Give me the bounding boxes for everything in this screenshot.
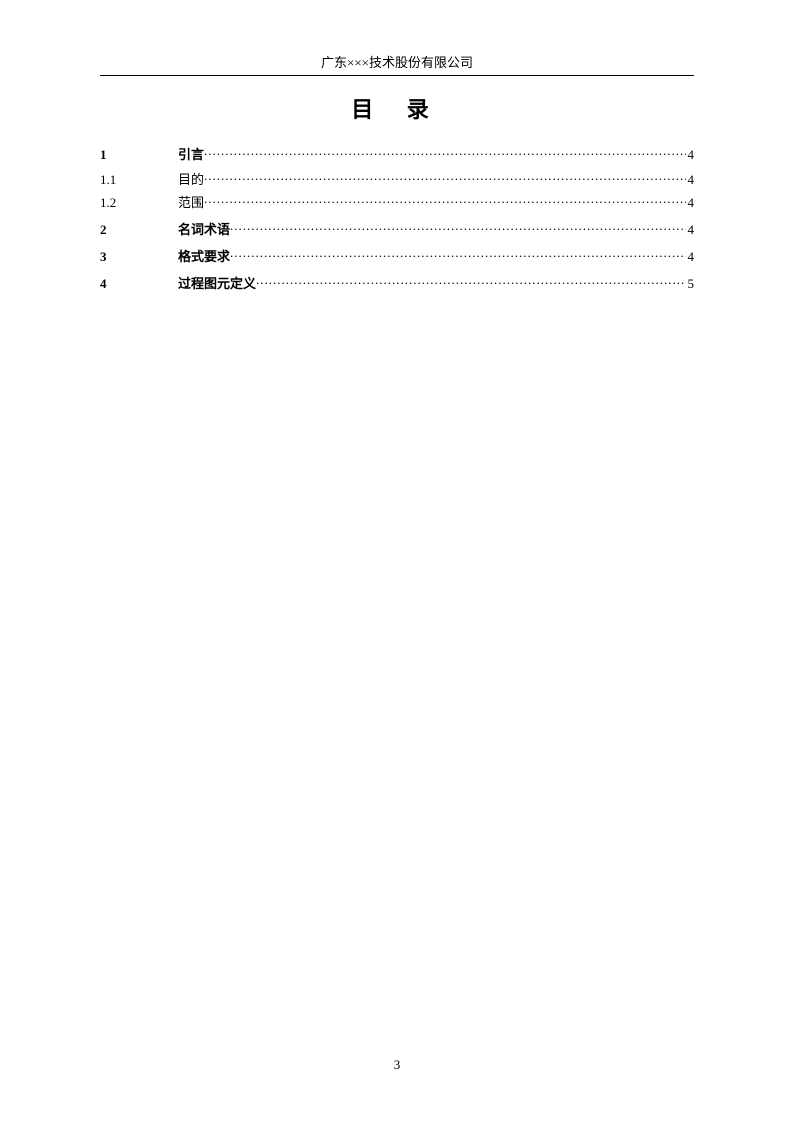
page-number: 3 xyxy=(0,1057,794,1073)
toc-row: 1引言 4 xyxy=(100,144,694,163)
toc-entry-label: 过程图元定义 xyxy=(178,273,256,292)
toc-entry-label: 目的 xyxy=(178,169,204,188)
toc-entry-label: 引言 xyxy=(178,144,204,163)
toc-row: 2名词术语 4 xyxy=(100,219,694,238)
toc-leader-dots xyxy=(204,171,685,184)
toc-entry-label: 范围 xyxy=(178,192,204,211)
toc-leader-dots xyxy=(230,248,685,261)
toc-title: 目 录 xyxy=(0,92,794,124)
toc-entry-label: 格式要求 xyxy=(178,246,230,265)
toc-entry-page: 4 xyxy=(686,195,695,211)
toc-row: 3格式要求 4 xyxy=(100,246,694,265)
toc-entry-number: 4 xyxy=(100,276,178,292)
toc-leader-dots xyxy=(204,146,685,159)
toc-entry-label: 名词术语 xyxy=(178,219,230,238)
toc-entry-number: 1.2 xyxy=(100,195,178,211)
toc-leader-dots xyxy=(230,221,685,234)
toc-row: 4过程图元定义 5 xyxy=(100,273,694,292)
toc-entry-page: 4 xyxy=(686,172,695,188)
toc-leader-dots xyxy=(204,194,685,207)
toc-row: 1.2范围 4 xyxy=(100,192,694,211)
toc-entry-page: 4 xyxy=(686,249,695,265)
toc-leader-dots xyxy=(256,275,685,288)
toc-entry-number: 1.1 xyxy=(100,172,178,188)
toc-row: 1.1目的 4 xyxy=(100,169,694,188)
toc-entry-number: 3 xyxy=(100,249,178,265)
toc-container: 1引言41.1目的41.2范围42名词术语43格式要求44过程图元定义5 xyxy=(100,144,694,298)
toc-entry-page: 5 xyxy=(686,276,695,292)
toc-entry-number: 2 xyxy=(100,222,178,238)
page-header: 广东×××技术股份有限公司 xyxy=(100,52,694,76)
toc-entry-page: 4 xyxy=(686,222,695,238)
toc-entry-page: 4 xyxy=(686,147,695,163)
toc-entry-number: 1 xyxy=(100,147,178,163)
